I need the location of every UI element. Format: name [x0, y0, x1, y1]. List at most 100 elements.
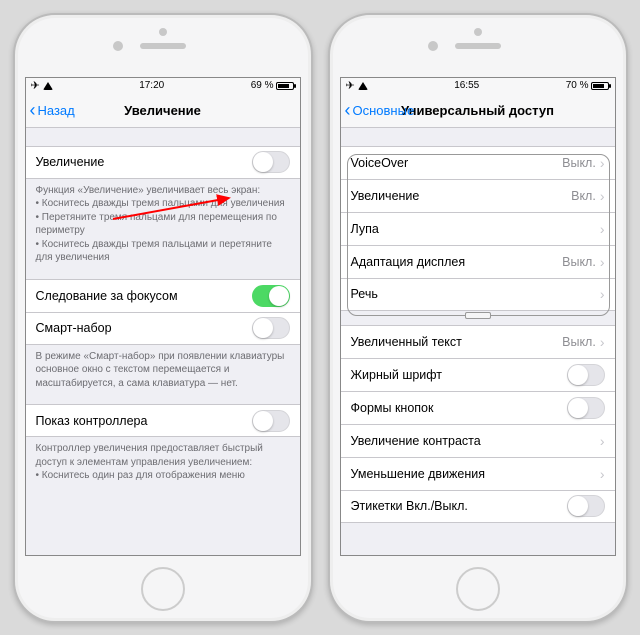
footer-item: Коснитесь дважды тремя пальцами и перетя…: [36, 238, 290, 265]
row-value: ›: [600, 466, 605, 482]
phone-left: ✈ 17:20 69 % ‹ Назад Увеличение: [13, 13, 313, 623]
speaker-slit: [140, 43, 186, 49]
group-controller: Показ контроллера: [26, 404, 300, 437]
footer-item: Перетяните тремя пальцами для перемещени…: [36, 211, 290, 238]
toggle-smart-typing[interactable]: [252, 317, 290, 339]
sensor-dot: [474, 28, 482, 36]
speaker-slit: [455, 43, 501, 49]
wifi-icon: [358, 82, 368, 90]
back-label: Основные: [353, 103, 415, 118]
row-label: Увеличение: [36, 155, 105, 169]
row-label: Адаптация дисплея: [351, 255, 466, 269]
footer-controller-help: Контроллер увеличения предоставляет быст…: [26, 437, 300, 483]
row-value: ›: [600, 286, 605, 302]
chevron-right-icon: ›: [600, 286, 605, 302]
row-label: Смарт-набор: [36, 321, 112, 335]
list-item[interactable]: Формы кнопок: [341, 391, 615, 424]
status-time: 17:20: [139, 80, 164, 91]
row-label: VoiceOver: [351, 156, 409, 170]
list-item[interactable]: Увеличенный текст Выкл. ›: [341, 325, 615, 358]
status-bar: ✈ 17:20 69 %: [26, 78, 300, 94]
row-value: ›: [600, 433, 605, 449]
airplane-icon: ✈: [31, 79, 40, 92]
list-item[interactable]: Увеличение Вкл. ›: [341, 179, 615, 212]
chevron-right-icon: ›: [600, 155, 605, 171]
battery-percent: 69 %: [251, 80, 274, 91]
row-follow-focus[interactable]: Следование за фокусом: [26, 279, 300, 312]
footer-zoom-help: Функция «Увеличение» увеличивает весь эк…: [26, 179, 300, 265]
group-focus: Следование за фокусом Смарт-набор: [26, 279, 300, 345]
list-item[interactable]: Жирный шрифт: [341, 358, 615, 391]
footer-list: Коснитесь дважды тремя пальцами для увел…: [36, 197, 290, 265]
group-zoom: Увеличение: [26, 146, 300, 179]
page-title: Увеличение: [124, 103, 201, 118]
footer-item: Коснитесь дважды тремя пальцами для увел…: [36, 197, 290, 211]
toggle-zoom[interactable]: [252, 151, 290, 173]
row-label: Формы кнопок: [351, 401, 434, 415]
chevron-right-icon: ›: [600, 221, 605, 237]
row-label: Уменьшение движения: [351, 467, 486, 481]
footer-item: Коснитесь один раз для отображения меню: [36, 469, 290, 483]
chevron-right-icon: ›: [600, 433, 605, 449]
home-button[interactable]: [141, 567, 185, 611]
content: Увеличение Функция «Увеличение» увеличив…: [26, 128, 300, 555]
row-value: Выкл. ›: [562, 334, 604, 350]
list-item[interactable]: Адаптация дисплея Выкл. ›: [341, 245, 615, 278]
row-value: Выкл. ›: [562, 254, 604, 270]
status-time: 16:55: [454, 80, 479, 91]
back-label: Назад: [38, 103, 75, 118]
page-title: Универсальный доступ: [401, 103, 554, 118]
airplane-icon: ✈: [346, 79, 355, 92]
list-item[interactable]: Лупа ›: [341, 212, 615, 245]
chevron-right-icon: ›: [600, 334, 605, 350]
row-label: Показ контроллера: [36, 414, 148, 428]
list-item[interactable]: Увеличение контраста ›: [341, 424, 615, 457]
phone-right: ✈ 16:55 70 % ‹ Основные Универсальный до…: [328, 13, 628, 623]
list-item[interactable]: Этикетки Вкл./Выкл.: [341, 490, 615, 523]
toggle[interactable]: [567, 495, 605, 517]
toggle-follow-focus[interactable]: [252, 285, 290, 307]
row-label: Увеличенный текст: [351, 335, 462, 349]
back-button[interactable]: ‹ Основные: [345, 103, 415, 118]
row-label: Увеличение контраста: [351, 434, 481, 448]
home-button[interactable]: [456, 567, 500, 611]
list-item[interactable]: Уменьшение движения ›: [341, 457, 615, 490]
footer-list: Коснитесь один раз для отображения меню: [36, 469, 290, 483]
row-zoom-toggle[interactable]: Увеличение: [26, 146, 300, 179]
toggle-show-controller[interactable]: [252, 410, 290, 432]
back-button[interactable]: ‹ Назад: [30, 103, 75, 118]
footer-head: Контроллер увеличения предоставляет быст…: [36, 442, 290, 469]
screen-right: ✈ 16:55 70 % ‹ Основные Универсальный до…: [340, 77, 616, 556]
row-label: Увеличение: [351, 189, 420, 203]
battery-icon: [276, 82, 294, 90]
row-label: Этикетки Вкл./Выкл.: [351, 499, 468, 513]
footer-head: Функция «Увеличение» увеличивает весь эк…: [36, 184, 290, 198]
wifi-icon: [43, 82, 53, 90]
list-item[interactable]: VoiceOver Выкл. ›: [341, 146, 615, 179]
front-camera: [428, 41, 438, 51]
row-label: Следование за фокусом: [36, 289, 178, 303]
list-item[interactable]: Речь ›: [341, 278, 615, 311]
row-label: Лупа: [351, 222, 379, 236]
row-value: Вкл. ›: [571, 188, 604, 204]
screen-left: ✈ 17:20 69 % ‹ Назад Увеличение: [25, 77, 301, 556]
row-show-controller[interactable]: Показ контроллера: [26, 404, 300, 437]
content: VoiceOverВыкл. ›УвеличениеВкл. ›Лупа ›Ад…: [341, 128, 615, 555]
chevron-right-icon: ›: [600, 466, 605, 482]
status-bar: ✈ 16:55 70 %: [341, 78, 615, 94]
zoom-window-handle[interactable]: [465, 312, 491, 319]
battery-icon: [591, 82, 609, 90]
row-value: ›: [600, 221, 605, 237]
row-value: Выкл. ›: [562, 155, 604, 171]
chevron-right-icon: ›: [600, 188, 605, 204]
row-smart-typing[interactable]: Смарт-набор: [26, 312, 300, 345]
toggle[interactable]: [567, 364, 605, 386]
front-camera: [113, 41, 123, 51]
sensor-dot: [159, 28, 167, 36]
group-display: Увеличенный текст Выкл. › Жирный шрифт Форм…: [341, 325, 615, 523]
chevron-right-icon: ›: [600, 254, 605, 270]
group-vision: VoiceOverВыкл. ›УвеличениеВкл. ›Лупа ›Ад…: [341, 146, 615, 311]
nav-bar: ‹ Основные Универсальный доступ: [341, 94, 615, 128]
toggle[interactable]: [567, 397, 605, 419]
battery-percent: 70 %: [566, 80, 589, 91]
